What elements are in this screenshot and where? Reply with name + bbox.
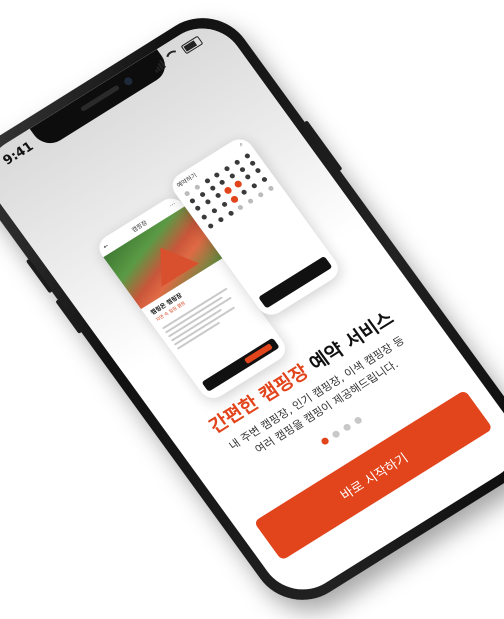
page-dot-2 bbox=[330, 429, 341, 440]
page-dot-3 bbox=[341, 422, 352, 433]
share-icon: ⋯ bbox=[167, 200, 177, 210]
page-dot-1 bbox=[319, 436, 330, 447]
back-arrow-icon: ← bbox=[101, 242, 110, 251]
page-dot-4 bbox=[352, 416, 363, 426]
search-icon: ⌕ bbox=[237, 140, 245, 149]
mini-calendar-bar bbox=[258, 255, 333, 309]
front-camera bbox=[122, 76, 134, 87]
phone-mockup: 9:41 ← 캠핑장 ⋯ 캠핑온 캠핑장 자연 속 힐링 캠핑 예약하기 ⌕ 간… bbox=[0, 0, 504, 618]
tent-shape bbox=[141, 235, 200, 287]
